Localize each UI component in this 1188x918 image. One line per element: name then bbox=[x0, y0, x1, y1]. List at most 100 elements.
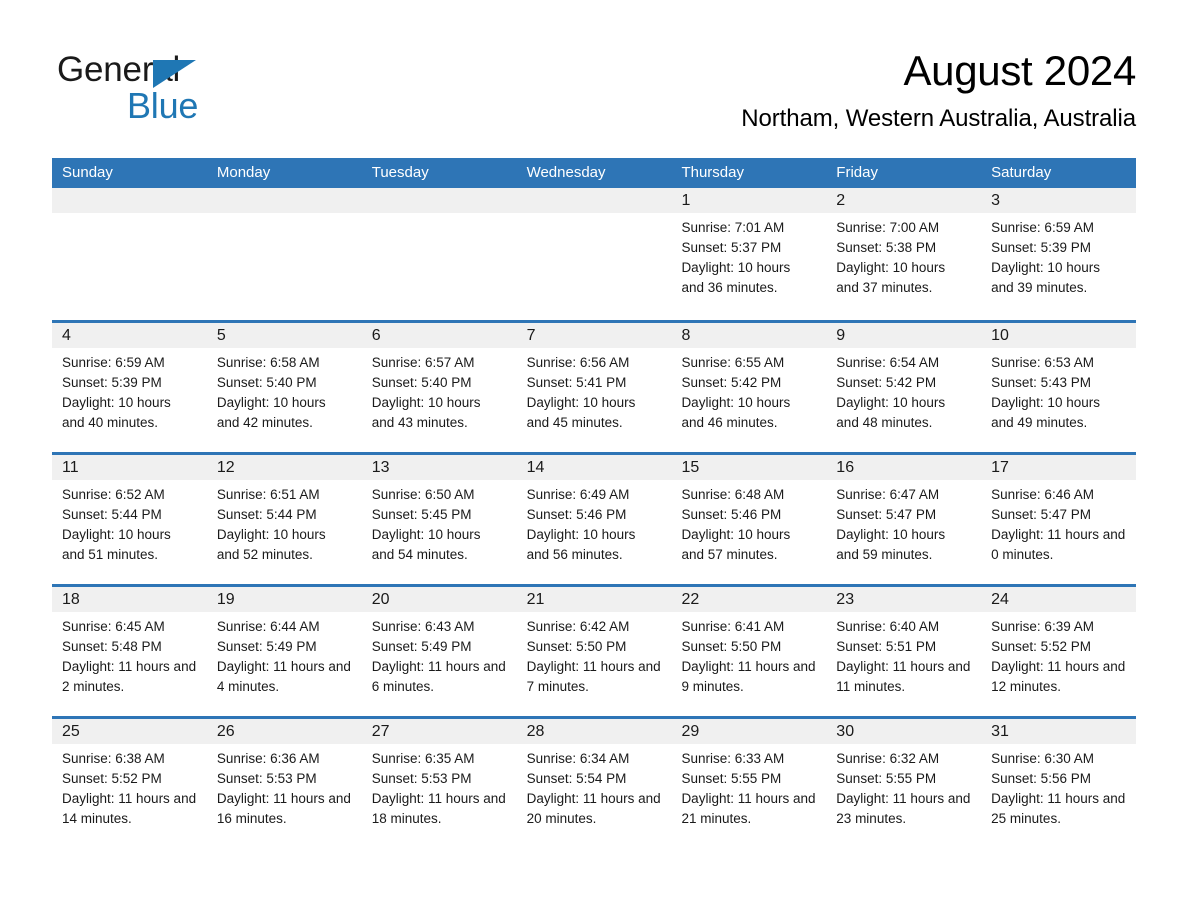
sunrise-text: Sunrise: 6:43 AM bbox=[371, 619, 475, 634]
calendar-day-cell[interactable]: 13 Sunrise: 6:50 AM Sunset: 5:45 PM Dayligh… bbox=[361, 455, 517, 584]
calendar-day-cell[interactable]: 18 Sunrise: 6:45 AM Sunset: 5:48 PM Dayligh… bbox=[52, 587, 207, 716]
logo-triangle-icon bbox=[153, 60, 196, 88]
calendar-day-cell[interactable]: 14 Sunrise: 6:49 AM Sunset: 5:46 PM Dayligh… bbox=[516, 455, 672, 584]
sunrise-text: Sunrise: 6:59 AM bbox=[62, 355, 165, 370]
daylight-text: Daylight: 10 hours and 37 minutes. bbox=[836, 260, 946, 295]
day-number: 22 bbox=[671, 587, 827, 612]
sunset-text: Sunset: 5:49 PM bbox=[216, 639, 317, 654]
day-info: Sunrise: 7:01 AM Sunset: 5:37 PM Daylight:… bbox=[671, 213, 826, 298]
sunset-text: Sunset: 5:52 PM bbox=[991, 639, 1091, 654]
daylight-text: Daylight: 10 hours and 54 minutes. bbox=[371, 527, 481, 562]
calendar-day-cell-empty bbox=[52, 188, 207, 320]
sunset-text: Sunset: 5:53 PM bbox=[216, 771, 317, 786]
calendar-day-cell[interactable]: 26 Sunrise: 6:36 AM Sunset: 5:53 PM Dayligh… bbox=[206, 719, 362, 848]
sunrise-text: Sunrise: 6:44 AM bbox=[216, 619, 320, 634]
calendar-day-cell[interactable]: 23 Sunrise: 6:40 AM Sunset: 5:51 PM Dayligh… bbox=[826, 587, 982, 716]
calendar-day-cell[interactable]: 7 Sunrise: 6:56 AM Sunset: 5:41 PM Daylight… bbox=[516, 323, 672, 452]
sunrise-text: Sunrise: 7:01 AM bbox=[681, 220, 785, 235]
calendar-week-row: 11 Sunrise: 6:52 AM Sunset: 5:44 PM Dayligh… bbox=[52, 452, 1137, 584]
sunset-text: Sunset: 5:47 PM bbox=[991, 507, 1091, 522]
day-number bbox=[206, 188, 362, 213]
sunrise-text: Sunrise: 6:33 AM bbox=[681, 751, 785, 766]
calendar-day-cell[interactable]: 17 Sunrise: 6:46 AM Sunset: 5:47 PM Dayligh… bbox=[981, 455, 1137, 584]
daylight-text: Daylight: 10 hours and 52 minutes. bbox=[216, 527, 326, 562]
daylight-text: Daylight: 11 hours and 18 minutes. bbox=[371, 791, 506, 826]
calendar-day-cell[interactable]: 22 Sunrise: 6:41 AM Sunset: 5:50 PM Dayligh… bbox=[671, 587, 827, 716]
sunrise-text: Sunrise: 6:38 AM bbox=[62, 751, 165, 766]
calendar-day-cell[interactable]: 3 Sunrise: 6:59 AM Sunset: 5:39 PM Daylight… bbox=[981, 188, 1137, 320]
day-number: 9 bbox=[826, 323, 982, 348]
calendar-day-cell[interactable]: 11 Sunrise: 6:52 AM Sunset: 5:44 PM Dayligh… bbox=[52, 455, 207, 584]
daylight-text: Daylight: 10 hours and 39 minutes. bbox=[991, 260, 1100, 295]
day-info: Sunrise: 6:33 AM Sunset: 5:55 PM Daylight:… bbox=[671, 744, 826, 829]
daylight-text: Daylight: 11 hours and 20 minutes. bbox=[526, 791, 661, 826]
calendar-day-cell[interactable]: 8 Sunrise: 6:55 AM Sunset: 5:42 PM Daylight… bbox=[671, 323, 827, 452]
sunset-text: Sunset: 5:39 PM bbox=[991, 240, 1091, 255]
calendar-day-cell[interactable]: 9 Sunrise: 6:54 AM Sunset: 5:42 PM Daylight… bbox=[826, 323, 982, 452]
calendar-day-cell[interactable]: 31 Sunrise: 6:30 AM Sunset: 5:56 PM Dayligh… bbox=[981, 719, 1137, 848]
generalblue-logo[interactable]: General Blue bbox=[57, 50, 317, 126]
column-header-thursday: Thursday bbox=[681, 164, 744, 181]
calendar-day-cell[interactable]: 6 Sunrise: 6:57 AM Sunset: 5:40 PM Daylight… bbox=[361, 323, 517, 452]
calendar-week-row: 25 Sunrise: 6:38 AM Sunset: 5:52 PM Dayligh… bbox=[52, 716, 1137, 848]
sunset-text: Sunset: 5:46 PM bbox=[681, 507, 782, 522]
sunrise-text: Sunrise: 6:46 AM bbox=[991, 487, 1094, 502]
calendar-day-cell[interactable]: 29 Sunrise: 6:33 AM Sunset: 5:55 PM Dayligh… bbox=[671, 719, 827, 848]
calendar-body: 1 Sunrise: 7:01 AM Sunset: 5:37 PM Daylight… bbox=[52, 188, 1137, 848]
calendar-day-cell[interactable]: 25 Sunrise: 6:38 AM Sunset: 5:52 PM Dayligh… bbox=[52, 719, 207, 848]
calendar-day-cell[interactable]: 20 Sunrise: 6:43 AM Sunset: 5:49 PM Dayligh… bbox=[361, 587, 517, 716]
calendar-day-cell[interactable]: 1 Sunrise: 7:01 AM Sunset: 5:37 PM Daylight… bbox=[671, 188, 827, 320]
calendar-day-cell[interactable]: 15 Sunrise: 6:48 AM Sunset: 5:46 PM Dayligh… bbox=[671, 455, 827, 584]
daylight-text: Daylight: 10 hours and 57 minutes. bbox=[681, 527, 791, 562]
sunset-text: Sunset: 5:42 PM bbox=[681, 375, 782, 390]
calendar-day-cell[interactable]: 28 Sunrise: 6:34 AM Sunset: 5:54 PM Dayligh… bbox=[516, 719, 672, 848]
sunset-text: Sunset: 5:45 PM bbox=[371, 507, 472, 522]
day-info: Sunrise: 6:45 AM Sunset: 5:48 PM Daylight:… bbox=[52, 612, 207, 697]
sunset-text: Sunset: 5:51 PM bbox=[836, 639, 937, 654]
day-number bbox=[52, 188, 207, 213]
calendar-day-cell[interactable]: 24 Sunrise: 6:39 AM Sunset: 5:52 PM Dayligh… bbox=[981, 587, 1137, 716]
daylight-text: Daylight: 10 hours and 45 minutes. bbox=[526, 395, 636, 430]
calendar-day-cell[interactable]: 12 Sunrise: 6:51 AM Sunset: 5:44 PM Dayligh… bbox=[206, 455, 362, 584]
daylight-text: Daylight: 10 hours and 51 minutes. bbox=[62, 527, 171, 562]
calendar-day-cell[interactable]: 27 Sunrise: 6:35 AM Sunset: 5:53 PM Dayligh… bbox=[361, 719, 517, 848]
column-header-wednesday: Wednesday bbox=[526, 164, 606, 181]
day-number: 24 bbox=[981, 587, 1137, 612]
calendar-day-cell[interactable]: 19 Sunrise: 6:44 AM Sunset: 5:49 PM Dayligh… bbox=[206, 587, 362, 716]
sunrise-text: Sunrise: 6:50 AM bbox=[371, 487, 475, 502]
calendar-day-cell[interactable]: 30 Sunrise: 6:32 AM Sunset: 5:55 PM Dayligh… bbox=[826, 719, 982, 848]
day-number: 28 bbox=[516, 719, 672, 744]
day-info: Sunrise: 6:58 AM Sunset: 5:40 PM Daylight:… bbox=[207, 348, 362, 433]
sunset-text: Sunset: 5:47 PM bbox=[836, 507, 937, 522]
calendar-day-cell[interactable]: 16 Sunrise: 6:47 AM Sunset: 5:47 PM Dayligh… bbox=[826, 455, 982, 584]
calendar-header-row: Sunday Monday Tuesday Wednesday Thursday… bbox=[52, 158, 1136, 188]
day-info: Sunrise: 6:39 AM Sunset: 5:52 PM Daylight:… bbox=[981, 612, 1136, 697]
column-header-friday: Friday bbox=[836, 164, 878, 181]
calendar-day-cell[interactable]: 21 Sunrise: 6:42 AM Sunset: 5:50 PM Dayligh… bbox=[516, 587, 672, 716]
sunrise-text: Sunrise: 6:34 AM bbox=[526, 751, 630, 766]
sunset-text: Sunset: 5:52 PM bbox=[62, 771, 162, 786]
calendar-day-cell[interactable]: 5 Sunrise: 6:58 AM Sunset: 5:40 PM Daylight… bbox=[206, 323, 362, 452]
location-subtitle: Northam, Western Australia, Australia bbox=[741, 105, 1136, 132]
day-number: 5 bbox=[206, 323, 362, 348]
day-info: Sunrise: 6:52 AM Sunset: 5:44 PM Daylight:… bbox=[52, 480, 207, 565]
day-number bbox=[516, 188, 672, 213]
day-number: 11 bbox=[52, 455, 207, 480]
day-info: Sunrise: 6:59 AM Sunset: 5:39 PM Daylight:… bbox=[52, 348, 207, 433]
sunset-text: Sunset: 5:41 PM bbox=[526, 375, 627, 390]
day-info: Sunrise: 6:32 AM Sunset: 5:55 PM Daylight:… bbox=[826, 744, 981, 829]
calendar-day-cell[interactable]: 10 Sunrise: 6:53 AM Sunset: 5:43 PM Dayligh… bbox=[981, 323, 1137, 452]
day-number: 30 bbox=[826, 719, 982, 744]
calendar-day-cell[interactable]: 4 Sunrise: 6:59 AM Sunset: 5:39 PM Daylight… bbox=[52, 323, 207, 452]
daylight-text: Daylight: 11 hours and 14 minutes. bbox=[62, 791, 197, 826]
daylight-text: Daylight: 10 hours and 46 minutes. bbox=[681, 395, 791, 430]
daylight-text: Daylight: 11 hours and 12 minutes. bbox=[991, 659, 1126, 694]
day-number: 2 bbox=[826, 188, 982, 213]
day-number: 31 bbox=[981, 719, 1137, 744]
day-info: Sunrise: 6:44 AM Sunset: 5:49 PM Daylight:… bbox=[207, 612, 362, 697]
sunrise-text: Sunrise: 6:55 AM bbox=[681, 355, 785, 370]
day-number: 18 bbox=[52, 587, 207, 612]
day-info: Sunrise: 6:51 AM Sunset: 5:44 PM Daylight:… bbox=[207, 480, 362, 565]
calendar-day-cell[interactable]: 2 Sunrise: 7:00 AM Sunset: 5:38 PM Daylight… bbox=[826, 188, 982, 320]
day-number: 27 bbox=[361, 719, 517, 744]
